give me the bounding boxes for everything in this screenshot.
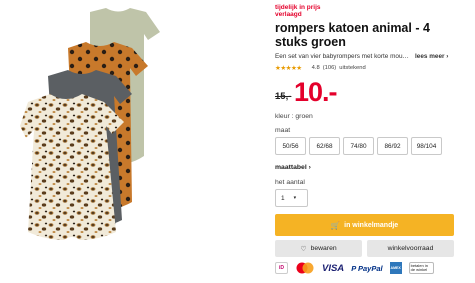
chevron-down-icon: ▾ [293, 195, 297, 201]
old-price: 15,- [275, 91, 292, 102]
description-row: Een set van vier babyrompers met korte m… [275, 53, 455, 60]
add-to-cart-label: in winkelmandje [344, 221, 399, 229]
paypal-logo: P PayPal [351, 263, 383, 273]
size-label: maat [275, 127, 291, 134]
save-button[interactable]: ♡ bewaren [275, 240, 362, 257]
mastercard-icon [296, 262, 314, 274]
size-option[interactable]: 74/80 [343, 137, 374, 155]
size-option[interactable]: 98/104 [411, 137, 442, 155]
visa-logo: VISA [322, 262, 345, 274]
size-options: 50/56 62/68 74/80 86/92 98/104 [275, 137, 442, 155]
size-table-link[interactable]: maattabel › [275, 164, 311, 171]
read-more-link[interactable]: lees meer › [415, 53, 448, 60]
heart-icon: ♡ [300, 245, 307, 253]
chevron-right-icon: › [446, 53, 449, 60]
rating-label: uitstekend [339, 65, 366, 71]
product-title: rompers katoen animal - 4 stuks groen [275, 21, 430, 49]
store-stock-button[interactable]: winkelvoorraad [367, 240, 454, 257]
quantity-select[interactable]: 1 ▾ [275, 189, 308, 207]
color-label: kleur : groen [275, 113, 313, 120]
product-description: Een set van vier babyrompers met korte m… [275, 53, 411, 60]
chevron-right-icon: › [308, 164, 311, 171]
promo-badge: tijdelijk in prijs verlaagd [275, 4, 321, 18]
size-option[interactable]: 50/56 [275, 137, 306, 155]
size-option[interactable]: 62/68 [309, 137, 340, 155]
payment-methods: iD VISA P PayPal AMEX betalen in de wink… [275, 262, 441, 274]
rating-row[interactable]: ★★★★★ 4.8 (106) uitstekend [275, 64, 455, 72]
romper-leopard [20, 94, 124, 240]
price-row: 15,- 10.- [275, 77, 455, 109]
new-price: 10.- [294, 77, 338, 107]
rating-stars-icon: ★★★★★ [275, 65, 302, 72]
cart-icon: 🛒 [330, 220, 341, 230]
mastercard-logo [295, 262, 315, 274]
save-label: bewaren [310, 245, 337, 252]
pay-in-store-badge: betalen in de winkel [408, 262, 434, 274]
size-option[interactable]: 86/92 [377, 137, 408, 155]
quantity-value: 1 [281, 194, 285, 202]
product-info: tijdelijk in prijs verlaagd rompers kato… [275, 4, 455, 109]
review-count: (106) [322, 65, 337, 71]
quantity-label: het aantal [275, 179, 305, 186]
rating-value: 4.8 [311, 65, 320, 71]
ideal-logo: iD [275, 262, 288, 274]
product-image [20, 8, 160, 240]
add-to-cart-button[interactable]: 🛒 in winkelmandje [275, 214, 454, 236]
amex-logo: AMEX [389, 262, 402, 274]
